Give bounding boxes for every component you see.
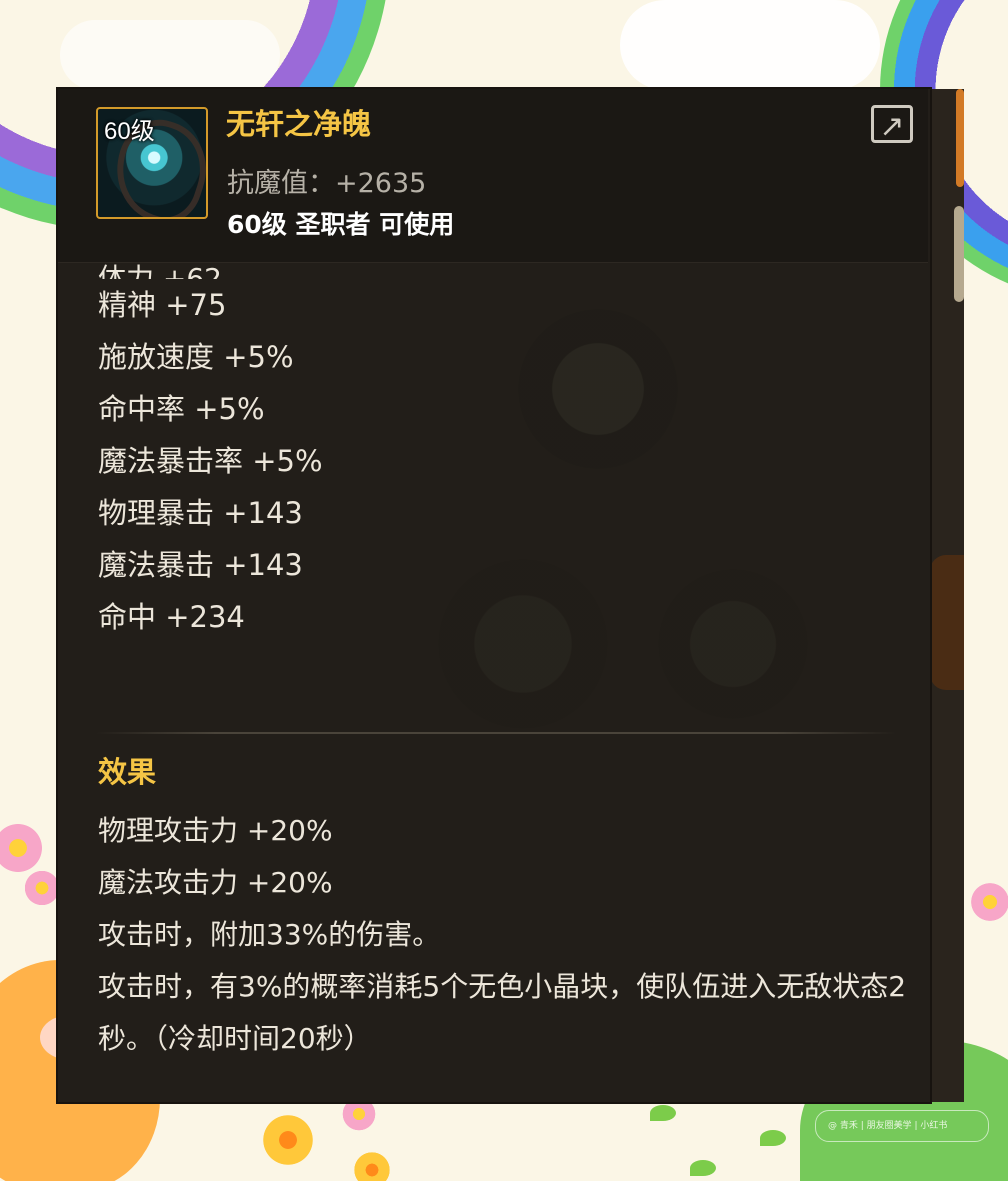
side-art <box>930 555 964 690</box>
stat-line: 精神 +75 <box>98 288 227 322</box>
section-divider <box>96 732 896 734</box>
effect-line: 攻击时，有3%的概率消耗5个无色小晶块，使队伍进入无敌状态2秒。（冷却时间20秒… <box>98 970 907 1055</box>
flower-decoration <box>22 868 62 908</box>
magic-resist-value: 抗魔值：+2635 <box>227 168 427 199</box>
flower-decoration <box>260 1112 316 1168</box>
item-header: 60级 无轩之净魄 抗魔值：+2635 60级 圣职者 可使用 ↗ <box>58 89 928 263</box>
stat-line: 命中 +234 <box>98 600 245 634</box>
flower-decoration <box>968 880 1008 924</box>
usage-requirement: 60级 圣职者 可使用 <box>227 210 455 239</box>
stat-line: 魔法暴击率 +5% <box>98 444 323 478</box>
stat-line: 命中率 +5% <box>98 392 265 426</box>
item-name: 无轩之净魄 <box>226 107 372 141</box>
sprout-decoration <box>650 1105 676 1121</box>
item-tooltip-panel: 60级 无轩之净魄 抗魔值：+2635 60级 圣职者 可使用 ↗ 体力 +62… <box>58 89 930 1102</box>
stat-line: 魔法暴击 +143 <box>98 548 303 582</box>
cloud-decoration <box>620 0 880 90</box>
cloud-decoration <box>60 20 280 90</box>
stat-line-partial: 体力 +62 <box>98 262 222 279</box>
share-icon[interactable]: ↗ <box>871 105 913 144</box>
effects-title: 效果 <box>98 755 157 789</box>
effect-line: 攻击时，附加33%的伤害。 <box>98 918 441 951</box>
effect-line: 魔法攻击力 +20% <box>98 866 333 899</box>
sprout-decoration <box>760 1130 786 1146</box>
stat-line: 施放速度 +5% <box>98 340 294 374</box>
effect-line: 物理攻击力 +20% <box>98 814 333 847</box>
sprout-decoration <box>690 1160 716 1176</box>
watermark: @ 青禾 | 朋友圈美学 | 小红书 <box>815 1110 989 1142</box>
item-icon[interactable]: 60级 <box>96 107 208 219</box>
stat-list: 体力 +62 精神 +75 施放速度 +5% 命中率 +5% 魔法暴击率 +5%… <box>98 261 898 643</box>
flower-decoration <box>352 1150 392 1181</box>
scrollbar-thumb[interactable] <box>954 206 964 302</box>
scrollbar-accent <box>956 89 964 187</box>
effect-list: 物理攻击力 +20% 魔法攻击力 +20% 攻击时，附加33%的伤害。 攻击时，… <box>98 805 918 1065</box>
stat-line: 物理暴击 +143 <box>98 496 303 530</box>
level-badge: 60级 <box>104 118 155 145</box>
